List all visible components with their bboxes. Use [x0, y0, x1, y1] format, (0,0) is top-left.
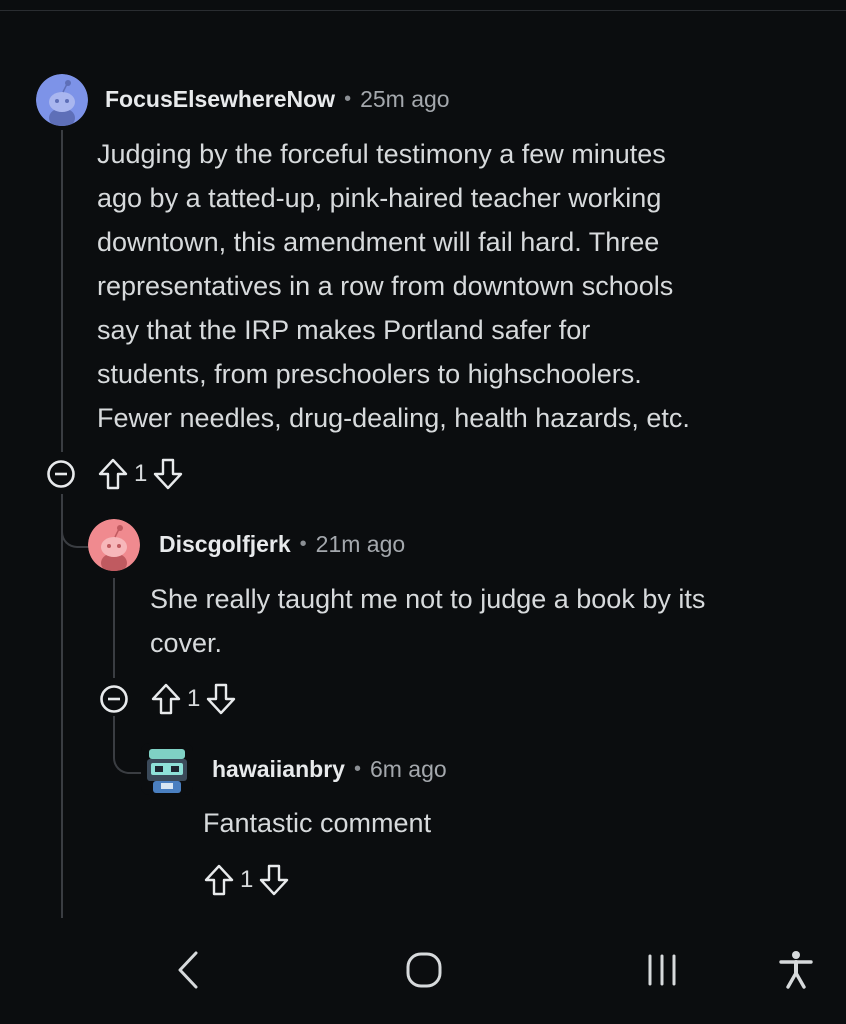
- upvote-arrow-icon: [204, 864, 234, 896]
- downvote-button[interactable]: [257, 863, 291, 897]
- comment-thread-screen: FocusElsewhereNow • 25m ago Judging by t…: [0, 0, 846, 1024]
- thread-connector: [61, 494, 89, 548]
- downvote-arrow-icon: [154, 458, 183, 490]
- comment-line: representatives in a row from downtown s…: [97, 271, 674, 301]
- username[interactable]: FocusElsewhereNow: [105, 86, 335, 113]
- timestamp: 21m ago: [315, 531, 406, 557]
- downvote-button[interactable]: [151, 457, 185, 491]
- minus-circle-icon: [47, 460, 75, 488]
- accessibility-icon: [779, 951, 813, 989]
- separator: •: [299, 533, 307, 555]
- collapse-button[interactable]: [99, 684, 129, 714]
- comment-line: She really taught me not to judge a book…: [150, 584, 706, 614]
- timestamp: 25m ago: [360, 86, 450, 112]
- comment-actions: 1: [202, 863, 291, 897]
- home-button[interactable]: [402, 948, 446, 992]
- upvote-button[interactable]: [202, 863, 236, 897]
- back-button[interactable]: [168, 948, 208, 992]
- separator: •: [344, 88, 352, 110]
- downvote-button[interactable]: [204, 682, 238, 716]
- recents-button[interactable]: [640, 950, 684, 990]
- collapse-button[interactable]: [46, 459, 76, 489]
- comment-actions: 1: [46, 457, 185, 491]
- username[interactable]: hawaiianbry: [212, 756, 345, 783]
- divider: [0, 10, 846, 11]
- comment-line: say that the IRP makes Portland safer fo…: [97, 315, 591, 345]
- back-chevron-icon: [178, 951, 198, 989]
- comment-actions: 1: [99, 682, 238, 716]
- separator: •: [353, 758, 361, 780]
- upvote-arrow-icon: [98, 458, 128, 490]
- comment-body: Fantastic comment: [203, 801, 431, 845]
- comment-line: Fantastic comment: [203, 808, 432, 838]
- timestamp: 6m ago: [369, 756, 447, 782]
- avatar[interactable]: [36, 74, 88, 126]
- comment-body: Judging by the forceful testimony a few …: [97, 132, 690, 440]
- avatar[interactable]: [141, 743, 193, 795]
- comment-line: ago by a tatted-up, pink-haired teacher …: [97, 183, 662, 213]
- avatar[interactable]: [88, 519, 140, 571]
- comment-body: She really taught me not to judge a book…: [150, 577, 705, 665]
- comment-line: cover.: [150, 628, 223, 658]
- comment-line: downtown, this amendment will fail hard.…: [97, 227, 660, 257]
- upvote-arrow-icon: [151, 683, 181, 715]
- accessibility-button[interactable]: [774, 948, 818, 992]
- vote-score: 1: [240, 866, 254, 893]
- comment-header: hawaiianbry • 6m ago: [212, 756, 447, 783]
- comment-line: Fewer needles, drug-dealing, health haza…: [97, 403, 690, 433]
- comment-header: FocusElsewhereNow • 25m ago: [105, 86, 450, 113]
- thread-line: [113, 578, 115, 678]
- comment-header: Discgolfjerk • 21m ago: [159, 531, 405, 558]
- username[interactable]: Discgolfjerk: [159, 531, 291, 558]
- vote-score: 1: [134, 460, 148, 487]
- system-navigation-bar: [0, 930, 846, 1024]
- recents-icon: [648, 954, 676, 986]
- comment-line: Judging by the forceful testimony a few …: [97, 139, 666, 169]
- upvote-button[interactable]: [149, 682, 183, 716]
- comment-line: students, from preschoolers to highschoo…: [97, 359, 642, 389]
- thread-line: [61, 494, 63, 918]
- home-icon: [406, 952, 442, 988]
- thread-line: [61, 130, 63, 452]
- thread-connector: [113, 716, 143, 774]
- minus-circle-icon: [100, 685, 128, 713]
- upvote-button[interactable]: [96, 457, 130, 491]
- downvote-arrow-icon: [207, 683, 236, 715]
- vote-score: 1: [187, 685, 201, 712]
- downvote-arrow-icon: [260, 864, 289, 896]
